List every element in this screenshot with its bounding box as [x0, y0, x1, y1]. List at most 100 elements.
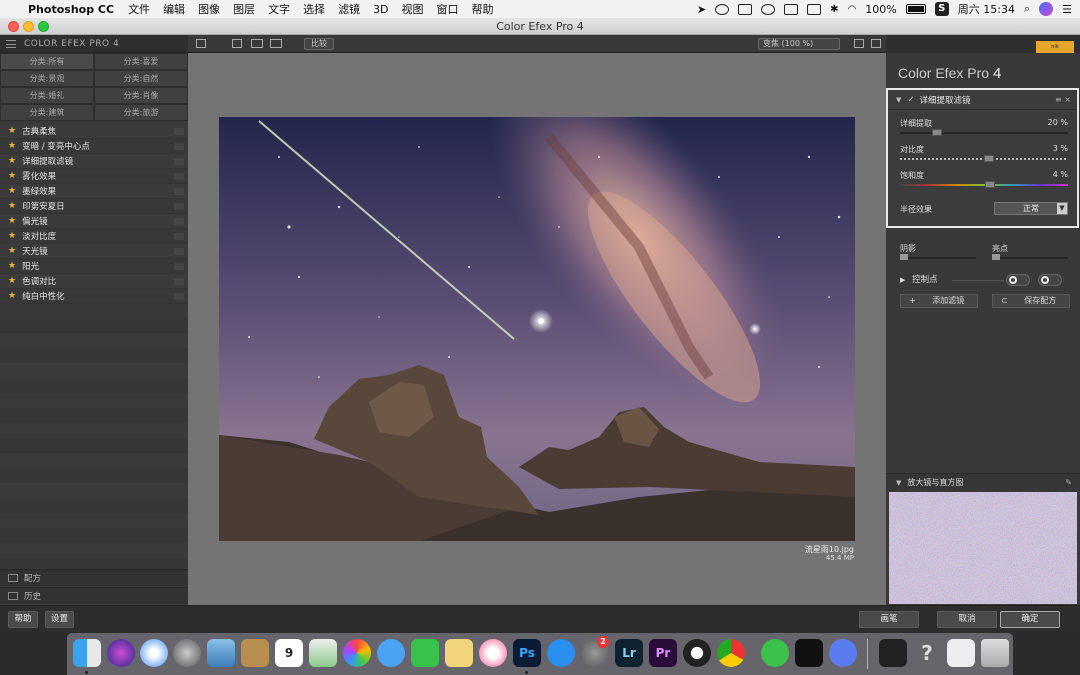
loupe-histogram-header[interactable]: ▼ 放大镜与直方图 ✎	[886, 473, 1080, 491]
app-menu-title[interactable]: Photoshop CC	[28, 3, 114, 16]
slider-track[interactable]	[900, 184, 1068, 186]
filter-toggle-icon[interactable]	[174, 188, 184, 195]
highlights-slider[interactable]: 亮点	[992, 243, 1068, 260]
app-store-icon[interactable]	[547, 639, 575, 667]
filter-item[interactable]: ★ 古典柔焦	[0, 124, 188, 139]
side-by-side-view-icon[interactable]	[270, 39, 282, 48]
star-icon[interactable]: ★	[8, 231, 16, 241]
detail-extraction-slider[interactable]: 详细提取 20 %	[900, 118, 1068, 142]
highlights-track[interactable]	[992, 257, 1068, 259]
star-icon[interactable]: ★	[8, 291, 16, 301]
link-app-icon[interactable]	[829, 639, 857, 667]
slider-track[interactable]	[900, 132, 1068, 134]
recipes-section[interactable]: 配方	[0, 569, 188, 586]
filter-toggle-icon[interactable]	[174, 218, 184, 225]
category-wedding[interactable]: 分类:婚礼	[0, 87, 94, 104]
menu-file[interactable]: 文件	[128, 1, 150, 17]
star-icon[interactable]: ★	[8, 261, 16, 271]
safari-icon[interactable]	[140, 639, 168, 667]
help-question-icon[interactable]: ?	[913, 639, 941, 667]
star-icon[interactable]: ★	[8, 156, 16, 166]
screenshot-thumbnail-icon[interactable]	[879, 639, 907, 667]
filter-item[interactable]: ★ 详细提取滤镜	[0, 154, 188, 169]
star-icon[interactable]: ★	[8, 276, 16, 286]
effect-radius-select[interactable]: 正常 ▼	[994, 202, 1068, 215]
music-icon[interactable]	[479, 639, 507, 667]
bluetooth-icon[interactable]: ✱	[830, 4, 838, 15]
send-icon[interactable]: ➤	[697, 3, 706, 16]
star-icon[interactable]: ★	[8, 126, 16, 136]
filter-item[interactable]: ★ 偏光镜	[0, 214, 188, 229]
filter-toggle-icon[interactable]	[174, 248, 184, 255]
collapse-arrow-icon[interactable]: ▼	[896, 96, 901, 104]
filter-toggle-icon[interactable]	[174, 233, 184, 240]
chevron-down-icon[interactable]: ▼	[1057, 203, 1067, 214]
filter-enabled-checkbox[interactable]: ✓	[907, 95, 914, 105]
slider-knob[interactable]	[985, 181, 995, 188]
menu-help[interactable]: 帮助	[472, 1, 494, 17]
filter-toggle-icon[interactable]	[174, 278, 184, 285]
notes-book-icon[interactable]	[241, 639, 269, 667]
toggle-icon[interactable]	[784, 3, 799, 15]
star-icon[interactable]: ★	[8, 246, 16, 256]
wechat-icon[interactable]	[761, 639, 789, 667]
add-filter-button[interactable]: + 添加滤镜	[900, 294, 978, 308]
menu-edit[interactable]: 编辑	[163, 1, 185, 17]
category-nature[interactable]: 分类:自然	[94, 70, 188, 87]
remove-control-point-button[interactable]	[1038, 274, 1062, 286]
star-icon[interactable]: ★	[8, 216, 16, 226]
slider-knob[interactable]	[932, 129, 942, 136]
split-view-icon[interactable]	[251, 39, 263, 48]
menu-view[interactable]: 视图	[402, 1, 424, 17]
active-filter-header[interactable]: ▼ ✓ 详细提取滤镜 ≡ ×	[888, 90, 1077, 110]
loupe-preview[interactable]	[889, 492, 1077, 604]
preview-image[interactable]	[219, 117, 855, 541]
category-favorites[interactable]: 分类:喜爱	[94, 53, 188, 70]
star-icon[interactable]: ★	[8, 186, 16, 196]
filter-item[interactable]: ★ 雾化效果	[0, 169, 188, 184]
chrome-icon[interactable]	[717, 639, 745, 667]
filter-item[interactable]: ★ 淡对比度	[0, 229, 188, 244]
category-all[interactable]: 分类:所有	[0, 53, 94, 70]
category-architecture[interactable]: 分类:建筑	[0, 104, 94, 121]
expand-arrow-icon[interactable]: ▶	[900, 276, 905, 284]
wifi-icon[interactable]: ◠	[848, 4, 857, 15]
filter-item[interactable]: ★ 天光镜	[0, 244, 188, 259]
pin-icon[interactable]: ✎	[1065, 478, 1072, 487]
help-button[interactable]: 帮助	[8, 611, 38, 628]
category-portrait[interactable]: 分类:肖像	[94, 87, 188, 104]
calendar-icon[interactable]: 9	[275, 639, 303, 667]
filter-item[interactable]: ★ 变暗 / 变亮中心点	[0, 139, 188, 154]
cancel-button[interactable]: 取消	[937, 611, 997, 628]
display-icon[interactable]	[738, 3, 753, 15]
media-player-icon[interactable]	[683, 639, 711, 667]
grid-icon[interactable]	[807, 3, 822, 15]
compare-button[interactable]: 比较	[304, 38, 334, 50]
history-section[interactable]: 历史	[0, 587, 188, 604]
filter-toggle-icon[interactable]	[174, 263, 184, 270]
siri-app-icon[interactable]	[107, 639, 135, 667]
cloud-icon[interactable]	[761, 3, 776, 15]
filter-item[interactable]: ★ 纯白中性化	[0, 289, 188, 304]
finder-icon[interactable]	[73, 639, 101, 667]
category-travel[interactable]: 分类:旅游	[94, 104, 188, 121]
category-landscape[interactable]: 分类:景观	[0, 70, 94, 87]
shadows-slider[interactable]: 阴影	[900, 243, 976, 260]
lightroom-icon[interactable]: Lr	[615, 639, 643, 667]
collapse-arrow-icon[interactable]: ▼	[896, 479, 901, 487]
right-panel-toggle-icon[interactable]	[871, 39, 881, 48]
panel-menu-icon[interactable]	[6, 39, 16, 48]
filter-toggle-icon[interactable]	[174, 128, 184, 135]
menu-image[interactable]: 图像	[198, 1, 220, 17]
filter-item[interactable]: ★ 阳光	[0, 259, 188, 274]
search-icon[interactable]: ⌕	[1024, 2, 1030, 16]
background-light-icon[interactable]	[854, 39, 864, 48]
keynote-icon[interactable]	[445, 639, 473, 667]
filter-toggle-icon[interactable]	[174, 143, 184, 150]
siri-icon[interactable]	[1039, 2, 1054, 16]
settings-button[interactable]: 设置	[45, 611, 74, 628]
menu-select[interactable]: 选择	[303, 1, 325, 17]
saturation-slider[interactable]: 饱和度 4 %	[900, 170, 1068, 194]
star-icon[interactable]: ★	[8, 141, 16, 151]
photoshop-icon[interactable]: Ps	[513, 639, 541, 667]
